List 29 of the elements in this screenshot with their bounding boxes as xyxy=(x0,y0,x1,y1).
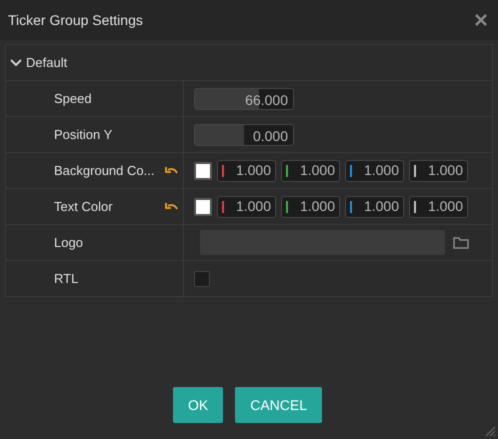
resize-grip-icon[interactable] xyxy=(484,425,496,437)
channel-field[interactable]: 1.000 xyxy=(345,160,404,182)
channel-field[interactable]: 1.000 xyxy=(409,196,468,218)
channel-field[interactable]: 1.000 xyxy=(281,160,340,182)
reset-icon[interactable] xyxy=(165,202,178,211)
slider-value: 66.000 xyxy=(245,90,288,108)
checkbox[interactable] xyxy=(194,270,210,286)
slider[interactable]: 66.000 xyxy=(194,88,294,110)
property-label: Background Co... xyxy=(54,162,154,180)
channel-field[interactable]: 1.000 xyxy=(217,160,276,182)
property-label: Logo xyxy=(54,234,83,252)
property-label: Text Color xyxy=(54,198,113,216)
window-title: Ticker Group Settings xyxy=(8,10,143,30)
channel-field[interactable]: 1.000 xyxy=(345,196,404,218)
property-label: RTL xyxy=(54,270,78,288)
slider[interactable]: 0.000 xyxy=(194,124,294,146)
channel-field[interactable]: 1.000 xyxy=(217,196,276,218)
reset-icon[interactable] xyxy=(165,166,178,175)
folder-icon[interactable] xyxy=(453,236,469,248)
channel-field[interactable]: 1.000 xyxy=(281,196,340,218)
close-icon[interactable] xyxy=(474,13,488,27)
color-swatch[interactable] xyxy=(194,198,212,216)
section-header[interactable]: Default xyxy=(6,45,492,81)
chevron-icon xyxy=(10,58,22,66)
color-swatch[interactable] xyxy=(194,162,212,180)
property-label: Speed xyxy=(54,90,92,108)
slider-value: 0.000 xyxy=(252,126,288,144)
channel-field[interactable]: 1.000 xyxy=(409,160,468,182)
property-label: Position Y xyxy=(54,126,112,144)
